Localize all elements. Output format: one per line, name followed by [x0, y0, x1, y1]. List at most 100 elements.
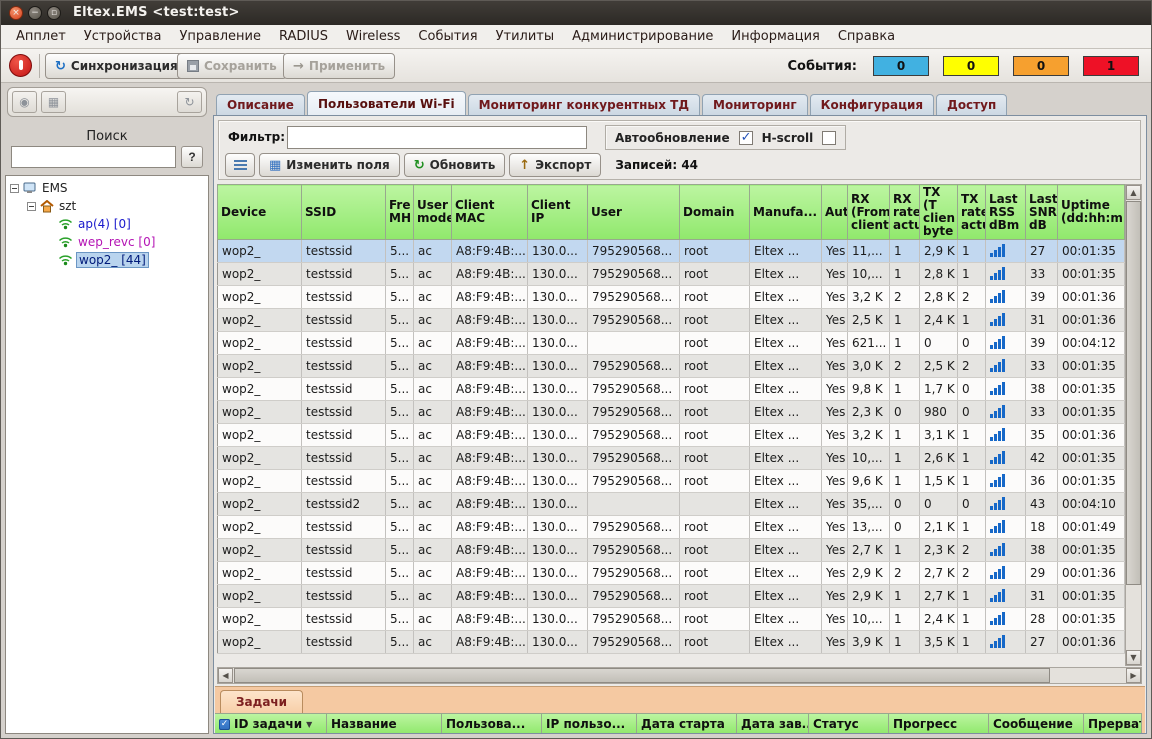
menu-item[interactable]: Апплет [7, 26, 75, 47]
tab-active[interactable]: Пользователи Wi-Fi [307, 91, 466, 115]
maximize-icon[interactable]: ▫ [47, 6, 61, 20]
tasks-column-header[interactable]: Прогресс [889, 713, 989, 733]
column-header[interactable]: Fre MH [386, 185, 414, 240]
column-header[interactable]: TX (T clien byte [920, 185, 958, 240]
column-header[interactable]: Last RSS dBm [986, 185, 1026, 240]
hscroll-checkbox[interactable] [822, 131, 836, 145]
column-header[interactable]: Uptime (dd:hh:m [1058, 185, 1125, 240]
tree-expander-icon[interactable] [10, 184, 19, 193]
tasks-column-header[interactable]: Дата зав... [737, 713, 809, 733]
tasks-column-header[interactable]: Прервать [1084, 713, 1142, 733]
menu-item[interactable]: Справка [829, 26, 904, 47]
tab-item[interactable]: Доступ [936, 94, 1007, 115]
menu-item[interactable]: RADIUS [270, 26, 337, 47]
export-button[interactable]: ↑ Экспорт [509, 153, 601, 177]
table-row[interactable]: wop2_testssid5...acA8:F9:4B:...130.0...7… [218, 585, 1125, 608]
search-input[interactable] [11, 146, 176, 168]
column-header[interactable]: User [588, 185, 680, 240]
tree-node[interactable]: szt [6, 197, 208, 215]
column-header[interactable]: User mode [414, 185, 452, 240]
event-counter[interactable]: 1 [1083, 56, 1139, 76]
edit-fields-button[interactable]: ▦ Изменить поля [259, 153, 400, 177]
table-row[interactable]: wop2_testssid5...acA8:F9:4B:...130.0...7… [218, 240, 1125, 263]
tab-item[interactable]: Описание [216, 94, 305, 115]
column-header[interactable]: Client MAC [452, 185, 528, 240]
scroll-right-icon[interactable]: ▶ [1126, 668, 1141, 683]
tasks-column-header[interactable]: ✓ID задачи▼ [215, 713, 327, 733]
sync-button[interactable]: ↻ Синхронизация [45, 53, 188, 79]
menu-item[interactable]: Устройства [75, 26, 171, 47]
vscrollbar-thumb[interactable] [1126, 201, 1141, 585]
building-icon[interactable]: ▦ [41, 91, 66, 113]
event-counter[interactable]: 0 [1013, 56, 1069, 76]
tasks-column-header[interactable]: Дата старта [637, 713, 737, 733]
column-header[interactable]: Manufa... [750, 185, 822, 240]
column-header[interactable]: Device [218, 185, 302, 240]
column-header[interactable]: Last SNR dB [1026, 185, 1058, 240]
menu-item[interactable]: Администрирование [563, 26, 722, 47]
close-icon[interactable]: × [9, 6, 23, 20]
tasks-column-header[interactable]: Сообщение [989, 713, 1084, 733]
reload-icon[interactable]: ↻ [177, 91, 202, 113]
table-row[interactable]: wop2_testssid5...acA8:F9:4B:...130.0...7… [218, 263, 1125, 286]
table-row[interactable]: wop2_testssid5...acA8:F9:4B:...130.0...7… [218, 470, 1125, 493]
column-header[interactable]: Domain [680, 185, 750, 240]
column-header[interactable]: TX rate actu [958, 185, 986, 240]
table-row[interactable]: wop2_testssid5...acA8:F9:4B:...130.0...7… [218, 447, 1125, 470]
save-button[interactable]: Сохранить [177, 53, 287, 79]
tasks-column-header[interactable]: Пользова... [442, 713, 542, 733]
table-row[interactable]: wop2_testssid5...acA8:F9:4B:...130.0...7… [218, 424, 1125, 447]
horizontal-scrollbar[interactable]: ◀ ▶ [217, 667, 1142, 684]
scroll-up-icon[interactable]: ▲ [1126, 185, 1141, 200]
table-row[interactable]: wop2_testssid5...acA8:F9:4B:...130.0...7… [218, 378, 1125, 401]
vertical-scrollbar[interactable]: ▲ ▼ [1125, 184, 1142, 666]
globe-icon[interactable]: ◉ [12, 91, 37, 113]
columns-button[interactable] [225, 153, 255, 177]
table-row[interactable]: wop2_testssid5...acA8:F9:4B:...130.0...7… [218, 355, 1125, 378]
table-row[interactable]: wop2_testssid5...acA8:F9:4B:...130.0...7… [218, 631, 1125, 654]
scroll-left-icon[interactable]: ◀ [218, 668, 233, 683]
table-row[interactable]: wop2_testssid5...acA8:F9:4B:...130.0...7… [218, 286, 1125, 309]
column-header[interactable]: SSID [302, 185, 386, 240]
column-header[interactable]: Aut [822, 185, 848, 240]
table-row[interactable]: wop2_testssid5...acA8:F9:4B:...130.0...7… [218, 309, 1125, 332]
menu-item[interactable]: Информация [722, 26, 828, 47]
table-row[interactable]: wop2_testssid5...acA8:F9:4B:...130.0...7… [218, 516, 1125, 539]
column-header[interactable]: Client IP [528, 185, 588, 240]
tasks-column-header[interactable]: Статус [809, 713, 889, 733]
refresh-button[interactable]: ↻ Обновить [404, 153, 506, 177]
event-counter[interactable]: 0 [943, 56, 999, 76]
column-header[interactable]: RX (From client [848, 185, 890, 240]
table-row[interactable]: wop2_testssid25...acA8:F9:4B:...130.0...… [218, 493, 1125, 516]
tab-item[interactable]: Конфигурация [810, 94, 934, 115]
tree-expander-icon[interactable] [27, 202, 36, 211]
tree-node[interactable]: ap(4) [0] [6, 215, 208, 233]
minimize-icon[interactable]: − [28, 6, 42, 20]
menu-item[interactable]: Wireless [337, 26, 409, 47]
filter-input[interactable] [287, 126, 587, 149]
table-row[interactable]: wop2_testssid5...acA8:F9:4B:...130.0...7… [218, 608, 1125, 631]
table-row[interactable]: wop2_testssid5...acA8:F9:4B:...130.0...r… [218, 332, 1125, 355]
column-header[interactable]: RX rate actu [890, 185, 920, 240]
apply-button[interactable]: → Применить [283, 53, 395, 79]
event-counter[interactable]: 0 [873, 56, 929, 76]
hscrollbar-thumb[interactable] [234, 668, 1050, 683]
table-row[interactable]: wop2_testssid5...acA8:F9:4B:...130.0...7… [218, 562, 1125, 585]
tab-item[interactable]: Мониторинг конкурентных ТД [468, 94, 700, 115]
menu-item[interactable]: Управление [170, 26, 270, 47]
menu-item[interactable]: Утилиты [487, 26, 564, 47]
autorefresh-checkbox[interactable] [739, 131, 753, 145]
tasks-column-header[interactable]: Название [327, 713, 442, 733]
help-button[interactable]: ? [181, 146, 203, 168]
table-row[interactable]: wop2_testssid5...acA8:F9:4B:...130.0...7… [218, 401, 1125, 424]
scroll-down-icon[interactable]: ▼ [1126, 650, 1141, 665]
table-row[interactable]: wop2_testssid5...acA8:F9:4B:...130.0...7… [218, 539, 1125, 562]
tree-node[interactable]: wop2_ [44] [6, 251, 208, 269]
tasks-column-header[interactable]: IP пользо... [542, 713, 637, 733]
tree-node[interactable]: EMS [6, 179, 208, 197]
stop-icon[interactable] [9, 54, 32, 77]
menu-item[interactable]: События [409, 26, 486, 47]
tree-node[interactable]: wep_revc [0] [6, 233, 208, 251]
tab-item[interactable]: Мониторинг [702, 94, 808, 115]
tab-tasks[interactable]: Задачи [220, 690, 303, 713]
